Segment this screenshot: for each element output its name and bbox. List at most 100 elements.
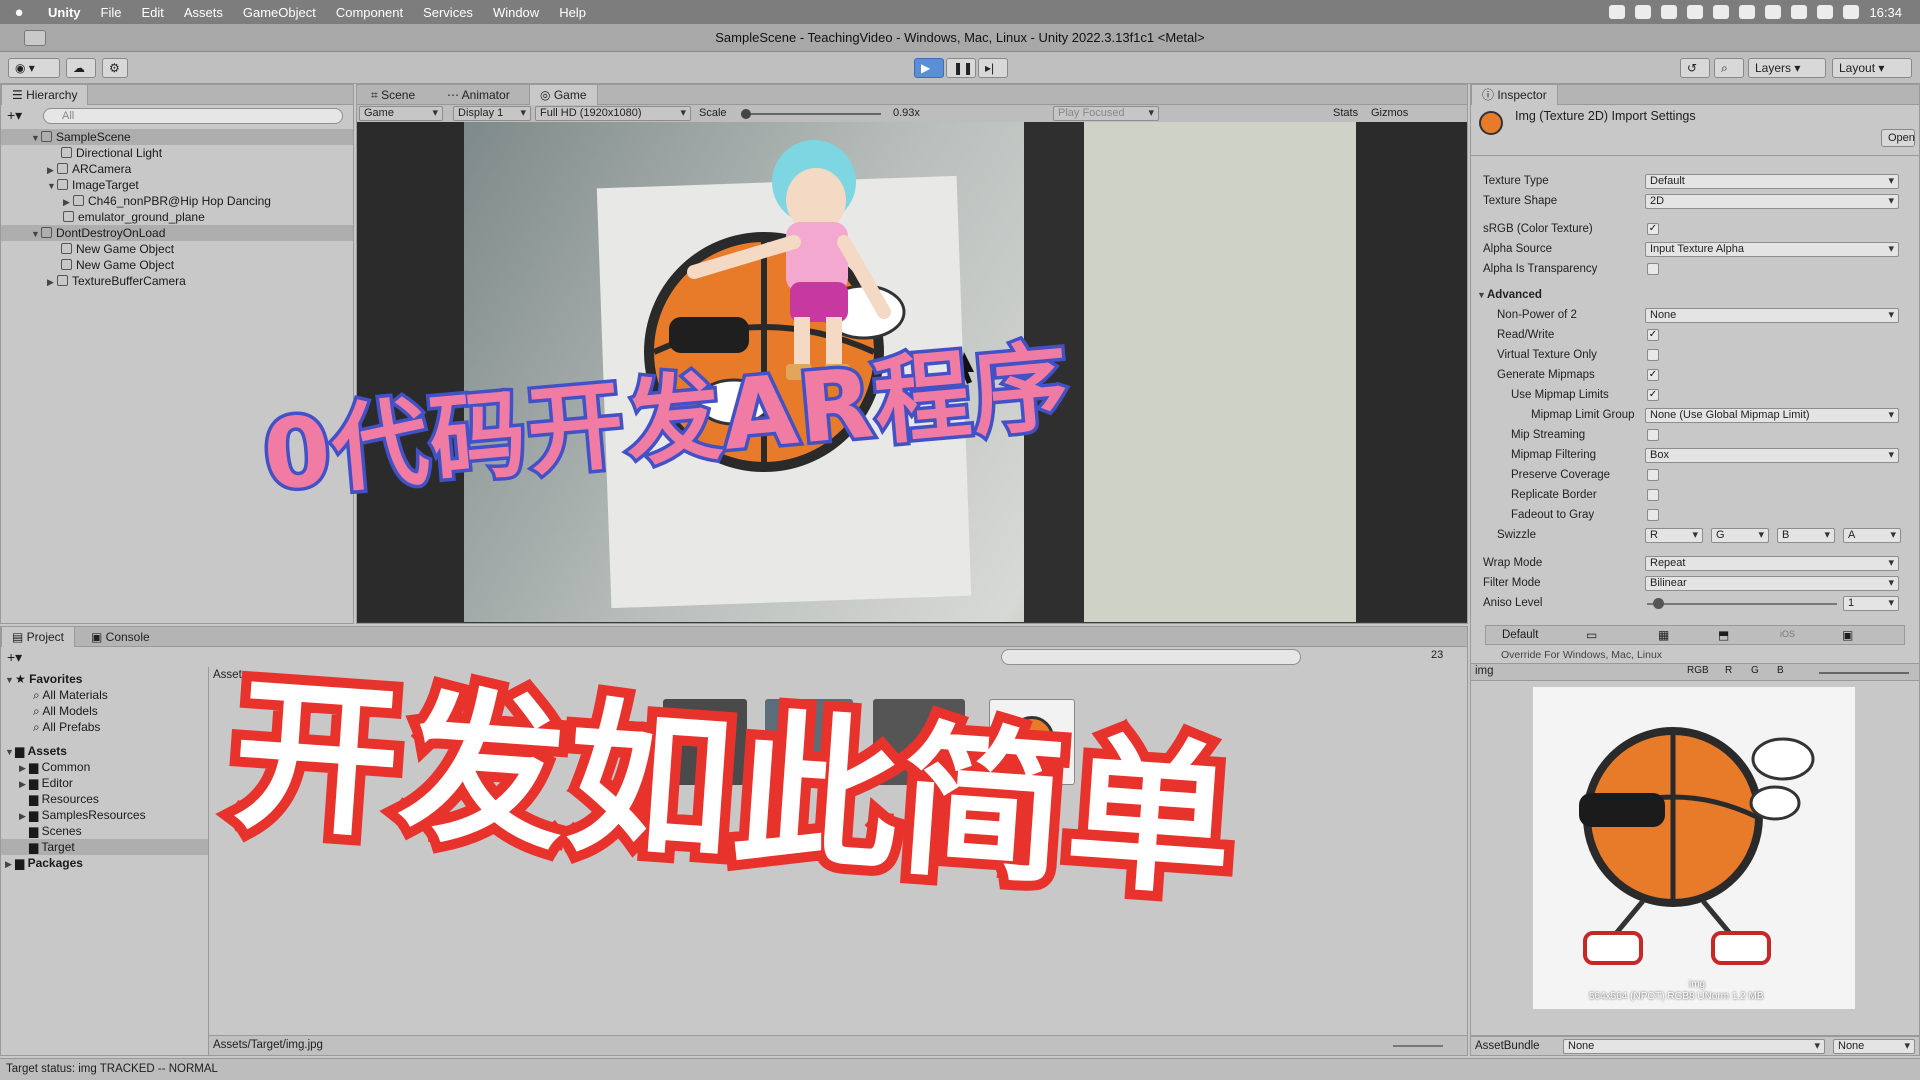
android-icon[interactable]: ⬒ — [1718, 628, 1729, 642]
stats-button[interactable]: Stats — [1333, 107, 1358, 119]
layers-dropdown[interactable]: Layers ▾ — [1748, 58, 1826, 78]
assetbundle-variant-dropdown[interactable]: None — [1833, 1039, 1915, 1054]
hierarchy-item[interactable]: Directional Light — [1, 145, 353, 161]
mipmap-filtering-dropdown[interactable]: Box — [1645, 448, 1899, 463]
menu-component[interactable]: Component — [326, 5, 413, 20]
scale-slider[interactable] — [741, 113, 881, 115]
tray-app-icon[interactable] — [1687, 5, 1704, 19]
favorites-foldout[interactable]: ▼★ Favorites — [1, 671, 208, 687]
preview-channel-b[interactable]: B — [1777, 665, 1784, 676]
folder-samplesresources[interactable]: ▶ ▆ SamplesResources — [1, 807, 208, 823]
tvos-icon[interactable]: ▣ — [1842, 628, 1853, 642]
hierarchy-item[interactable]: New Game Object — [1, 241, 353, 257]
hierarchy-item[interactable]: New Game Object — [1, 257, 353, 273]
folder-common[interactable]: ▶ ▆ Common — [1, 759, 208, 775]
hierarchy-item[interactable]: ▼ ImageTarget — [1, 177, 353, 193]
tray-app-icon[interactable] — [1609, 5, 1626, 19]
step-button[interactable]: ▸| — [978, 58, 1008, 78]
texture-shape-dropdown[interactable]: 2D — [1645, 194, 1899, 209]
menu-window[interactable]: Window — [483, 5, 549, 20]
folder-editor[interactable]: ▶ ▆ Editor — [1, 775, 208, 791]
menu-clock[interactable]: 16:34 — [1869, 5, 1902, 20]
project-search-input[interactable] — [1001, 649, 1301, 665]
sidebar-toggle-button[interactable] — [24, 30, 46, 46]
texture-type-dropdown[interactable]: Default — [1645, 174, 1899, 189]
menu-gameobject[interactable]: GameObject — [233, 5, 326, 20]
menu-help[interactable]: Help — [549, 5, 596, 20]
aniso-slider-handle[interactable] — [1653, 598, 1664, 609]
collab-icon[interactable]: ⚙ — [102, 58, 128, 78]
tray-app-icon[interactable] — [1635, 5, 1652, 19]
hierarchy-item-dontdestroyonload[interactable]: ▼ DontDestroyOnLoad — [1, 225, 353, 241]
tab-console[interactable]: ▣ Console — [81, 627, 160, 647]
assets-foldout[interactable]: ▼▆ Assets — [1, 743, 208, 759]
gen-mipmaps-checkbox[interactable]: ✓ — [1647, 369, 1659, 381]
create-icon[interactable]: +▾ — [7, 649, 22, 666]
hierarchy-item[interactable]: emulator_ground_plane — [1, 209, 353, 225]
scale-slider-handle[interactable] — [741, 109, 751, 119]
tray-app-icon[interactable] — [1739, 5, 1756, 19]
preview-channel-r[interactable]: R — [1725, 665, 1732, 676]
mip-streaming-checkbox[interactable] — [1647, 429, 1659, 441]
menu-edit[interactable]: Edit — [131, 5, 173, 20]
pause-button[interactable]: ❚❚ — [946, 58, 976, 78]
hierarchy-item-samplescene[interactable]: ▼ SampleScene — [1, 129, 353, 145]
preview-channel-g[interactable]: G — [1751, 665, 1759, 676]
srgb-checkbox[interactable]: ✓ — [1647, 223, 1659, 235]
npot-dropdown[interactable]: None — [1645, 308, 1899, 323]
favorite-all-materials[interactable]: ⌕ All Materials — [1, 687, 208, 703]
menu-services[interactable]: Services — [413, 5, 483, 20]
swizzle-r-dropdown[interactable]: R — [1645, 528, 1703, 543]
thumbnail-size-slider[interactable] — [1393, 1045, 1443, 1047]
battery-icon[interactable] — [1843, 5, 1860, 19]
mip-slider[interactable] — [1819, 672, 1909, 674]
hierarchy-search-input[interactable]: All — [43, 108, 343, 124]
play-focused-dropdown[interactable]: Play Focused — [1053, 106, 1159, 121]
wifi-icon[interactable] — [1817, 5, 1834, 19]
menu-unity[interactable]: Unity — [38, 5, 91, 20]
hierarchy-item[interactable]: ▶ TextureBufferCamera — [1, 273, 353, 289]
alpha-source-dropdown[interactable]: Input Texture Alpha — [1645, 242, 1899, 257]
standalone-icon[interactable]: ▭ — [1586, 628, 1597, 642]
replicate-border-checkbox[interactable] — [1647, 489, 1659, 501]
open-button[interactable]: Open — [1881, 129, 1915, 147]
hierarchy-item[interactable]: ▶ Ch46_nonPBR@Hip Hop Dancing — [1, 193, 353, 209]
resolution-dropdown[interactable]: Full HD (1920x1080) — [535, 106, 691, 121]
advanced-foldout[interactable]: ▼ Advanced — [1477, 287, 1913, 303]
swizzle-a-dropdown[interactable]: A — [1843, 528, 1901, 543]
display-dropdown[interactable]: Display 1 — [453, 106, 531, 121]
readwrite-checkbox[interactable]: ✓ — [1647, 329, 1659, 341]
tray-app-icon[interactable] — [1765, 5, 1782, 19]
fadeout-checkbox[interactable] — [1647, 509, 1659, 521]
preview-channel-rgb[interactable]: RGB — [1687, 665, 1709, 676]
tab-scene[interactable]: ⌗ Scene — [361, 85, 425, 105]
folder-scenes[interactable]: ▆ Scenes — [1, 823, 208, 839]
aniso-slider[interactable] — [1647, 603, 1837, 605]
tab-project[interactable]: ▤ Project — [1, 627, 76, 647]
swizzle-b-dropdown[interactable]: B — [1777, 528, 1835, 543]
platform-default-tab[interactable]: Default — [1502, 629, 1538, 641]
tray-app-icon[interactable] — [1791, 5, 1808, 19]
menu-file[interactable]: File — [91, 5, 132, 20]
hierarchy-item[interactable]: ▶ ARCamera — [1, 161, 353, 177]
game-mode-dropdown[interactable]: Game — [359, 106, 443, 121]
aniso-value-field[interactable]: 1 — [1843, 596, 1899, 611]
folder-target[interactable]: ▆ Target — [1, 839, 208, 855]
use-mipmap-limits-checkbox[interactable]: ✓ — [1647, 389, 1659, 401]
tray-app-icon[interactable] — [1713, 5, 1730, 19]
apple-icon[interactable]: ● — [0, 4, 38, 21]
menu-assets[interactable]: Assets — [174, 5, 233, 20]
preserve-coverage-checkbox[interactable] — [1647, 469, 1659, 481]
add-icon[interactable]: +▾ — [7, 107, 22, 124]
search-icon[interactable]: ⌕ — [1714, 58, 1744, 78]
favorite-all-prefabs[interactable]: ⌕ All Prefabs — [1, 719, 208, 735]
virtual-texture-checkbox[interactable] — [1647, 349, 1659, 361]
assetbundle-dropdown[interactable]: None — [1563, 1039, 1825, 1054]
cloud-icon[interactable]: ☁ — [66, 58, 96, 78]
account-dropdown[interactable]: ◉ ▾ — [8, 58, 60, 78]
favorite-all-models[interactable]: ⌕ All Models — [1, 703, 208, 719]
alpha-transparency-checkbox[interactable] — [1647, 263, 1659, 275]
folder-resources[interactable]: ▆ Resources — [1, 791, 208, 807]
swizzle-g-dropdown[interactable]: G — [1711, 528, 1769, 543]
packages-foldout[interactable]: ▶ ▆ Packages — [1, 855, 208, 871]
